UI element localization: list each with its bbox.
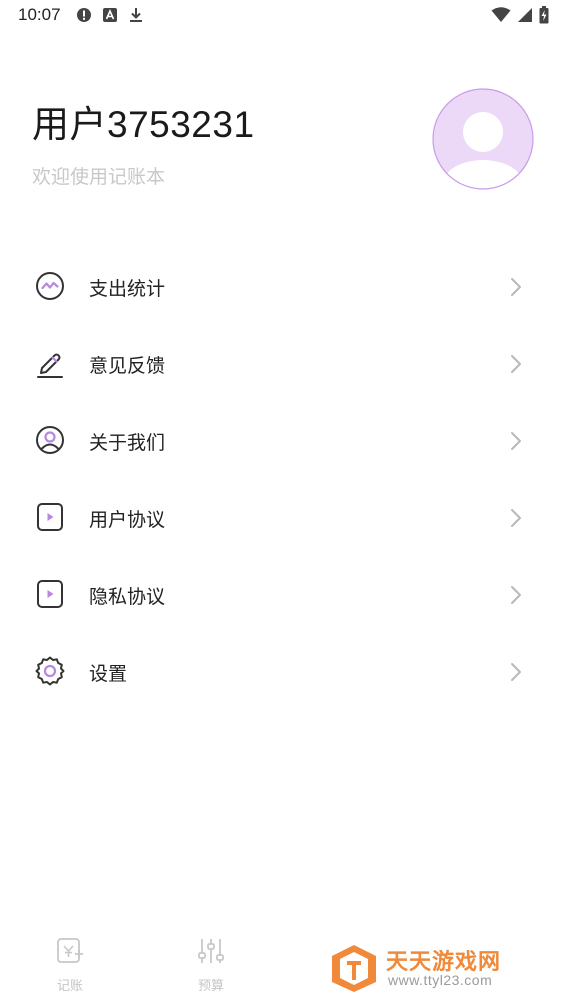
tab-label: 预算 <box>197 979 224 994</box>
status-notification-icons <box>76 7 144 23</box>
menu-item-user-agreement[interactable]: 用户协议 <box>0 481 565 558</box>
menu-item-settings[interactable]: 设置 <box>0 635 565 712</box>
status-bar: 10:07 <box>0 0 565 32</box>
username: 用户3753231 <box>32 104 255 145</box>
watermark-logo-icon <box>332 945 376 992</box>
battery-charging-icon <box>539 6 549 24</box>
default-avatar-icon <box>432 88 534 190</box>
tab-budget[interactable]: 预算 <box>171 936 251 994</box>
trend-chart-icon <box>36 272 64 300</box>
menu-item-privacy-agreement[interactable]: 隐私协议 <box>0 558 565 635</box>
user-circle-icon <box>36 426 64 454</box>
app-a-icon <box>103 8 117 22</box>
document-play-icon <box>37 580 63 608</box>
chevron-right-icon <box>511 355 521 373</box>
menu-item-label: 意见反馈 <box>89 355 166 377</box>
chevron-right-icon <box>511 663 521 681</box>
document-play-icon <box>37 503 63 531</box>
chevron-right-icon <box>511 509 521 527</box>
pencil-icon <box>37 353 63 378</box>
watermark: 天天游戏网 www.ttyl23.com <box>328 942 528 994</box>
download-icon <box>130 8 142 22</box>
wifi-icon <box>491 7 511 22</box>
chevron-right-icon <box>511 586 521 604</box>
profile-page: 10:07 用户3753231 欢迎使用记账本 支出统计 意见反馈 关于我们 用… <box>0 0 565 1004</box>
alert-icon <box>77 8 91 22</box>
menu-item-label: 隐私协议 <box>89 586 166 608</box>
status-system-icons <box>491 6 549 24</box>
menu-item-feedback[interactable]: 意见反馈 <box>0 327 565 404</box>
avatar[interactable] <box>432 88 534 190</box>
welcome-subtitle: 欢迎使用记账本 <box>32 166 166 188</box>
tab-bookkeeping[interactable]: 记账 <box>30 936 110 994</box>
settings-menu: 支出统计 意见反馈 关于我们 用户协议 隐私协议 设置 <box>0 250 565 712</box>
menu-item-about-us[interactable]: 关于我们 <box>0 404 565 481</box>
menu-item-label: 用户协议 <box>89 509 166 531</box>
menu-item-label: 关于我们 <box>89 432 166 454</box>
gear-icon <box>35 656 65 686</box>
status-time: 10:07 <box>18 5 61 24</box>
chevron-right-icon <box>511 432 521 450</box>
menu-item-label: 支出统计 <box>89 278 166 300</box>
bookkeeping-icon <box>57 938 83 963</box>
menu-item-label: 设置 <box>89 663 128 685</box>
chevron-right-icon <box>511 278 521 296</box>
watermark-url: www.ttyl23.com <box>388 972 493 988</box>
budget-sliders-icon <box>198 939 224 963</box>
tab-label: 记账 <box>56 979 83 994</box>
signal-icon <box>518 8 532 22</box>
menu-item-expense-stats[interactable]: 支出统计 <box>0 250 565 327</box>
